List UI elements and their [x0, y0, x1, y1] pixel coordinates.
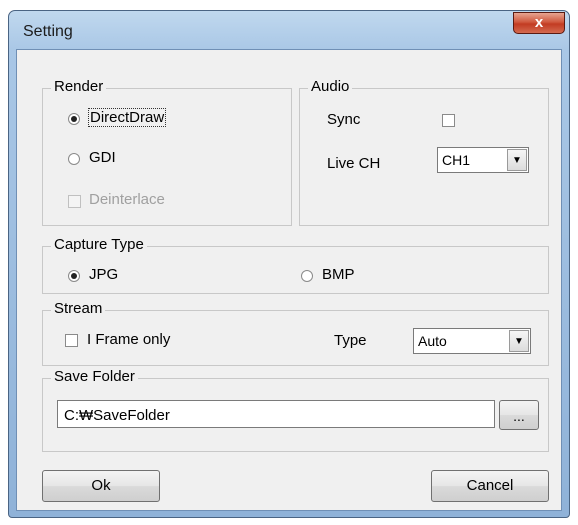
live-ch-value: CH1 — [442, 152, 471, 168]
directdraw-label[interactable]: DirectDraw — [88, 108, 167, 127]
capture-type-group: Capture Type JPG BMP — [42, 236, 549, 294]
render-group: Render DirectDraw GDI Deinterlace — [42, 78, 292, 226]
gdi-label[interactable]: GDI — [89, 149, 116, 166]
live-ch-label: Live CH — [327, 155, 381, 172]
iframe-only-checkbox[interactable] — [65, 334, 78, 347]
bmp-radio[interactable] — [301, 270, 313, 282]
stream-group: Stream I Frame only Type Auto ▼ — [42, 300, 549, 366]
save-folder-path-input[interactable]: C:₩SaveFolder — [57, 400, 495, 428]
render-group-label: Render — [51, 78, 107, 95]
cancel-button[interactable]: Cancel — [431, 470, 549, 502]
window-title: Setting — [23, 23, 73, 40]
sync-label: Sync — [327, 111, 361, 128]
sync-checkbox[interactable] — [442, 114, 455, 127]
audio-group-label: Audio — [308, 78, 353, 95]
title-bar[interactable]: Setting x — [9, 11, 569, 49]
ok-button[interactable]: Ok — [42, 470, 160, 502]
stream-type-label: Type — [334, 332, 367, 349]
bmp-label[interactable]: BMP — [322, 266, 355, 283]
stream-type-value: Auto — [418, 333, 447, 349]
live-ch-select[interactable]: CH1 ▼ — [437, 147, 529, 173]
settings-window: Setting x Render DirectDraw GDI Deinterl… — [8, 10, 570, 518]
save-folder-path-value: C:₩SaveFolder — [64, 407, 170, 424]
chevron-down-icon[interactable]: ▼ — [507, 149, 527, 171]
browse-folder-button[interactable]: ... — [499, 400, 539, 430]
stream-type-select[interactable]: Auto ▼ — [413, 328, 531, 354]
jpg-label[interactable]: JPG — [89, 266, 118, 283]
chevron-down-icon[interactable]: ▼ — [509, 330, 529, 352]
dialog-client-area: Render DirectDraw GDI Deinterlace Audio … — [16, 49, 562, 511]
save-folder-group: Save Folder C:₩SaveFolder ... — [42, 368, 549, 452]
stream-group-label: Stream — [51, 300, 106, 317]
iframe-only-label[interactable]: I Frame only — [87, 331, 170, 348]
audio-group: Audio Sync Live CH CH1 ▼ — [299, 78, 549, 226]
save-folder-label: Save Folder — [51, 368, 138, 385]
capture-type-label: Capture Type — [51, 236, 147, 253]
deinterlace-label: Deinterlace — [89, 191, 165, 208]
close-button[interactable]: x — [513, 12, 565, 34]
close-icon: x — [534, 14, 544, 31]
deinterlace-checkbox[interactable] — [68, 195, 81, 208]
gdi-radio[interactable] — [68, 153, 80, 165]
jpg-radio[interactable] — [68, 270, 80, 282]
directdraw-radio[interactable] — [68, 113, 80, 125]
